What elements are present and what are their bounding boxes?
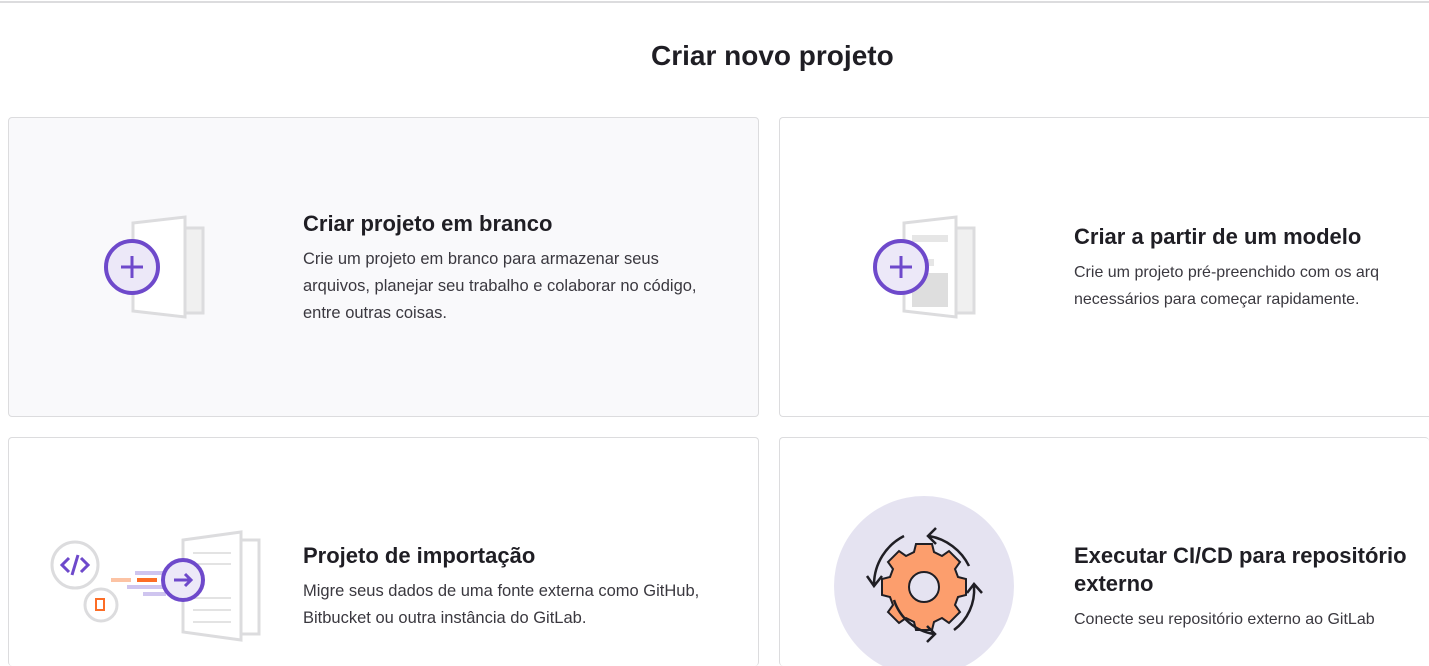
- card-description: Conecte seu repositório externo ao GitLa…: [1074, 611, 1375, 628]
- create-from-template-card[interactable]: Criar a partir de um modelo Crie um proj…: [779, 117, 1429, 417]
- create-blank-project-card[interactable]: Criar projeto em branco Crie um projeto …: [8, 117, 759, 417]
- import-project-icon: [50, 530, 261, 642]
- card-description-line: Crie um projeto pré-preenchido com os ar…: [1074, 264, 1380, 281]
- run-cicd-external-repo-card[interactable]: Executar CI/CD para repositório externo …: [779, 437, 1429, 666]
- card-description: Migre seus dados de uma fonte externa co…: [303, 582, 700, 627]
- blank-project-icon: [104, 215, 205, 319]
- card-description-line: necessários para começar rapidamente.: [1074, 291, 1360, 308]
- import-project-card[interactable]: Projeto de importação Migre seus dados d…: [8, 437, 759, 666]
- card-title: Criar projeto em branco: [303, 211, 553, 236]
- card-title: Executar CI/CD para repositório externo: [1074, 543, 1407, 596]
- card-title: Projeto de importação: [303, 543, 536, 568]
- card-title: Criar a partir de um modelo: [1074, 224, 1362, 249]
- page-title: Criar novo projeto: [651, 40, 894, 71]
- top-divider: [0, 1, 1429, 3]
- card-description: Crie um projeto em branco para armazenar…: [303, 250, 697, 322]
- cicd-gear-icon: [834, 496, 1014, 666]
- template-project-icon: [873, 215, 976, 319]
